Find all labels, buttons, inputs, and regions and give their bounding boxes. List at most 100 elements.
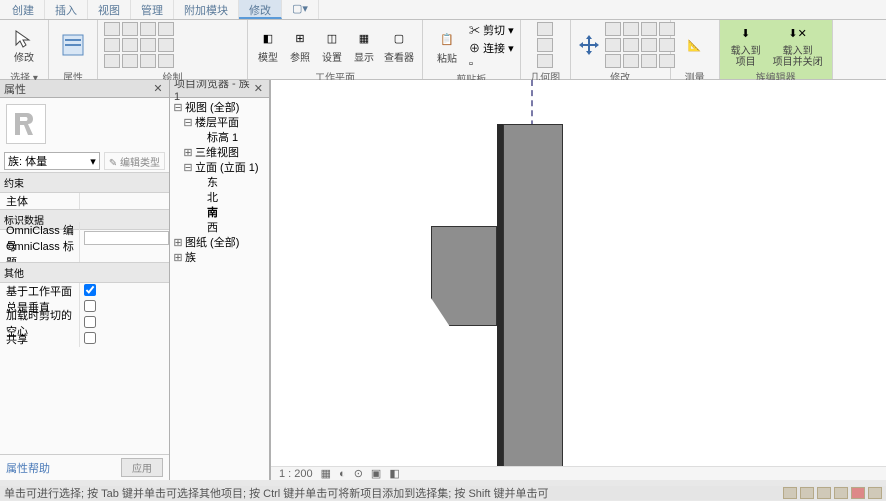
drawing-canvas[interactable]: 1 : 200 ▦ ◐ ⊙ ▣ ◧ <box>270 80 886 480</box>
tab-view[interactable]: 视图 <box>88 0 131 19</box>
tree-item[interactable]: ⊟视图 (全部) <box>173 101 266 116</box>
omniclass-num-input[interactable] <box>84 231 169 245</box>
tree-item[interactable]: 北 <box>173 191 266 206</box>
status-filter-icon[interactable] <box>851 487 865 499</box>
mod-copy-icon[interactable] <box>605 54 621 68</box>
apply-button[interactable]: 应用 <box>121 458 163 477</box>
mod-pin-icon[interactable] <box>641 54 657 68</box>
status-icon-2[interactable] <box>800 487 814 499</box>
mod-split-icon[interactable] <box>641 38 657 52</box>
paste-button[interactable]: 📋粘贴 <box>429 23 465 69</box>
model-button[interactable]: ◧模型 <box>254 22 282 68</box>
draw-circle-icon[interactable] <box>158 22 174 36</box>
draw-arc-icon[interactable] <box>104 38 120 52</box>
set-button[interactable]: ◫设置 <box>318 22 346 68</box>
show-icon: ▦ <box>352 27 376 51</box>
expand-icon[interactable]: ⊟ <box>183 161 193 176</box>
shared-checkbox[interactable] <box>84 332 96 344</box>
status-icon-4[interactable] <box>834 487 848 499</box>
draw-ellipse-icon[interactable] <box>122 54 138 68</box>
expand-icon[interactable]: ⊞ <box>173 251 183 266</box>
status-icon-6[interactable] <box>868 487 882 499</box>
project-browser: 项目浏览器 - 族1 ✕ ⊟视图 (全部)⊟楼层平面标高 1⊞三维视图⊟立面 (… <box>170 80 270 480</box>
extra-row[interactable]: ▫ <box>469 58 514 70</box>
tab-modify[interactable]: 修改 <box>239 0 282 19</box>
tree-item[interactable]: ⊞三维视图 <box>173 146 266 161</box>
mod-trim-icon[interactable] <box>623 38 639 52</box>
expand-icon[interactable]: ⊞ <box>173 236 183 251</box>
draw-arc2-icon[interactable] <box>122 38 138 52</box>
move-button[interactable] <box>577 22 601 68</box>
load-icon: ⬇ <box>734 22 758 44</box>
view-icon-3[interactable]: ⊙ <box>354 467 363 480</box>
tab-create[interactable]: 创建 <box>2 0 45 19</box>
expand-icon[interactable]: ⊟ <box>183 116 193 131</box>
tab-manage[interactable]: 管理 <box>131 0 174 19</box>
mod-extend-icon[interactable] <box>623 54 639 68</box>
tree-item[interactable]: ⊞图纸 (全部) <box>173 236 266 251</box>
draw-line-icon[interactable] <box>104 22 120 36</box>
draw-tangent-icon[interactable] <box>158 54 174 68</box>
draw-polygon-icon[interactable] <box>140 22 156 36</box>
other-header: 其他 <box>0 262 169 283</box>
cube-icon: ◧ <box>256 27 280 51</box>
browser-tree[interactable]: ⊟视图 (全部)⊟楼层平面标高 1⊞三维视图⊟立面 (立面 1)东北南西⊞图纸 … <box>170 98 269 480</box>
status-icon-1[interactable] <box>783 487 797 499</box>
mod-align-icon[interactable] <box>605 22 621 36</box>
tree-item[interactable]: 西 <box>173 221 266 236</box>
set-icon: ◫ <box>320 27 344 51</box>
view-icon-2[interactable]: ◐ <box>339 468 346 480</box>
mod-mirror-icon[interactable] <box>641 22 657 36</box>
revit-logo <box>6 104 46 144</box>
join-row[interactable]: ⊕ 连接 ▾ <box>469 40 514 56</box>
family-select[interactable]: 族: 体量▾ <box>4 152 100 170</box>
draw-spline-icon[interactable] <box>158 38 174 52</box>
mod-offset-icon[interactable] <box>623 22 639 36</box>
tab-addins[interactable]: 附加模块 <box>174 0 239 19</box>
extra-icon: ▫ <box>469 58 473 70</box>
tree-item[interactable]: 东 <box>173 176 266 191</box>
view-icon-5[interactable]: ◧ <box>389 467 399 480</box>
geom-1-icon[interactable] <box>537 22 553 36</box>
properties-close-icon[interactable]: ✕ <box>151 82 165 95</box>
draw-rect-icon[interactable] <box>122 22 138 36</box>
expand-icon[interactable]: ⊟ <box>173 101 183 116</box>
draw-pick-icon[interactable] <box>140 54 156 68</box>
tree-item[interactable]: 南 <box>173 206 266 221</box>
view-icon-4[interactable]: ▣ <box>371 467 381 480</box>
status-icon-3[interactable] <box>817 487 831 499</box>
tree-item[interactable]: ⊟立面 (立面 1) <box>173 161 266 176</box>
load-project-button[interactable]: ⬇载入到 项目 <box>726 22 766 68</box>
geom-2-icon[interactable] <box>537 38 553 52</box>
scale-value[interactable]: 1 : 200 <box>279 468 313 480</box>
show-button[interactable]: ▦显示 <box>350 22 378 68</box>
tab-expand[interactable]: ▢▾ <box>282 0 319 19</box>
cut-row[interactable]: ✂ 剪切 ▾ <box>469 22 514 38</box>
viewer-button[interactable]: ▢查看器 <box>382 22 416 68</box>
measure-button[interactable]: 📐 <box>677 22 713 68</box>
draw-arc3-icon[interactable] <box>140 38 156 52</box>
mass-main-shape[interactable] <box>503 124 563 476</box>
expand-icon[interactable]: ⊞ <box>183 146 193 161</box>
workplane-checkbox[interactable] <box>84 284 96 296</box>
browser-close-icon[interactable]: ✕ <box>252 82 265 95</box>
tree-item[interactable]: ⊟楼层平面 <box>173 116 266 131</box>
modify-button[interactable]: 修改 <box>6 22 42 68</box>
cutvoid-checkbox[interactable] <box>84 316 96 328</box>
view-icon-1[interactable]: ▦ <box>321 467 331 480</box>
tree-item[interactable]: 标高 1 <box>173 131 266 146</box>
mod-rotate-icon[interactable] <box>605 38 621 52</box>
tree-item[interactable]: ⊞族 <box>173 251 266 266</box>
mass-side-shape[interactable] <box>431 226 497 326</box>
properties-panel: 属性 ✕ 族: 体量▾ ✎ 编辑类型 约束 主体 标识数据 OmniClass … <box>0 80 170 480</box>
properties-help-link[interactable]: 属性帮助 <box>6 460 50 476</box>
load-close-button[interactable]: ⬇✕载入到 项目并关闭 <box>770 22 826 68</box>
draw-fillet-icon[interactable] <box>104 54 120 68</box>
geom-3-icon[interactable] <box>537 54 553 68</box>
properties-button[interactable] <box>55 22 91 68</box>
edit-type-button[interactable]: ✎ 编辑类型 <box>104 152 165 170</box>
paste-icon: 📋 <box>435 28 459 52</box>
ref-button[interactable]: ⊞参照 <box>286 22 314 68</box>
tab-insert[interactable]: 插入 <box>45 0 88 19</box>
vertical-checkbox[interactable] <box>84 300 96 312</box>
